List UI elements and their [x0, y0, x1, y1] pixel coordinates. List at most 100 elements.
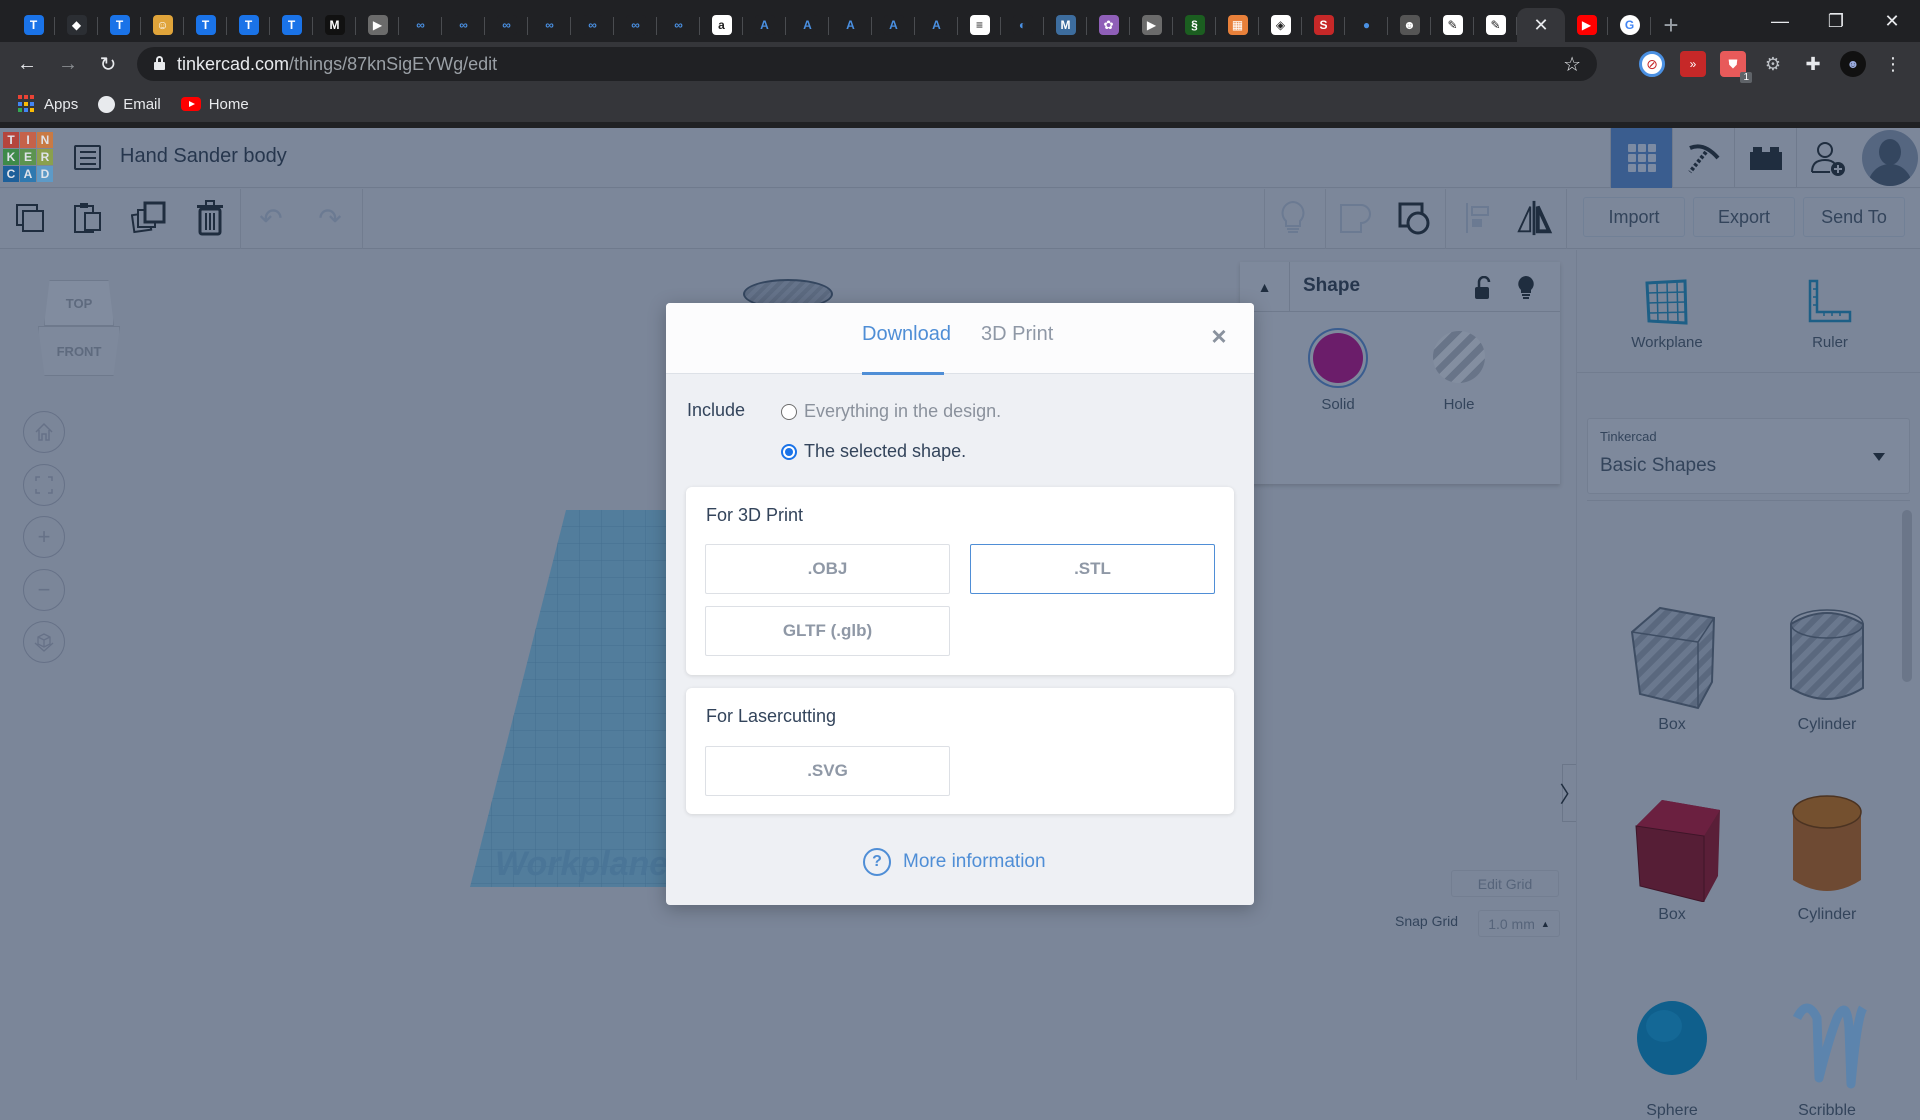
browser-tab[interactable]: S [1302, 8, 1345, 42]
ungroup-button[interactable] [1396, 199, 1434, 237]
close-dialog-button[interactable]: × [1208, 323, 1230, 349]
include-everything-option[interactable]: Everything in the design. [781, 401, 1001, 422]
browser-tab[interactable]: ✿ [1087, 8, 1130, 42]
browser-tab[interactable]: ▶ [356, 8, 399, 42]
url-text[interactable]: tinkercad.com/things/87knSigEYWg/edit [177, 54, 497, 75]
browser-tab[interactable]: ∞ [528, 8, 571, 42]
browser-tab[interactable]: a [700, 8, 743, 42]
library-scrollbar[interactable] [1902, 510, 1912, 682]
perspective-button[interactable] [23, 621, 65, 663]
shape-box-hole[interactable]: Box [1602, 602, 1742, 734]
user-avatar[interactable] [1862, 130, 1918, 186]
browser-tab[interactable]: ≡ [958, 8, 1001, 42]
browser-tab[interactable]: T [12, 8, 55, 42]
import-button[interactable]: Import [1583, 197, 1685, 237]
include-selected-option[interactable]: The selected shape. [781, 441, 966, 462]
browser-tab[interactable]: T [270, 8, 313, 42]
browser-tab[interactable]: ▶ [1565, 8, 1608, 42]
browser-tab[interactable]: T [98, 8, 141, 42]
minimize-button[interactable]: — [1752, 0, 1808, 42]
browser-tab[interactable]: A [915, 8, 958, 42]
browser-tab[interactable]: ∞ [614, 8, 657, 42]
group-button[interactable] [1336, 199, 1374, 237]
unlock-icon[interactable] [1473, 276, 1493, 300]
send-to-button[interactable]: Send To [1803, 197, 1905, 237]
forward-button[interactable]: → [53, 49, 83, 79]
fit-view-button[interactable] [23, 464, 65, 506]
paste-button[interactable] [69, 199, 107, 237]
profile-avatar[interactable]: ☻ [1840, 51, 1866, 77]
browser-tab[interactable]: M [313, 8, 356, 42]
show-all-button[interactable] [1274, 199, 1312, 237]
bookmark-home[interactable]: Home [180, 96, 249, 113]
browser-tab-active[interactable]: ✕ [1517, 8, 1565, 42]
lightbulb-icon[interactable] [1516, 274, 1536, 300]
undo-button[interactable]: ↶ [252, 199, 290, 237]
workplane-tool[interactable]: Workplane [1607, 272, 1727, 351]
new-tab-button[interactable]: + [1651, 8, 1691, 42]
browser-tab[interactable]: T [184, 8, 227, 42]
bookmark-apps[interactable]: Apps [18, 95, 78, 113]
reload-button[interactable]: ↻ [93, 49, 123, 79]
delete-button[interactable] [191, 199, 229, 237]
shape-box[interactable]: Box [1602, 792, 1742, 924]
view-cube-front[interactable]: FRONT [38, 326, 120, 376]
browser-tab[interactable]: T [227, 8, 270, 42]
browser-tab[interactable]: ∞ [442, 8, 485, 42]
browser-tab[interactable]: A [829, 8, 872, 42]
browser-tab[interactable]: ∞ [657, 8, 700, 42]
solid-color-swatch[interactable] [1308, 328, 1368, 388]
stl-format-button[interactable]: .STL [970, 544, 1215, 594]
bookmark-email[interactable]: Email [98, 95, 161, 113]
restore-button[interactable]: ❐ [1808, 0, 1864, 42]
radio-selected-shape[interactable] [781, 443, 797, 460]
browser-tab[interactable]: ☺ [141, 8, 184, 42]
browser-tab[interactable]: A [743, 8, 786, 42]
zoom-in-button[interactable]: + [23, 516, 65, 558]
extensions-puzzle-icon[interactable]: ✚ [1800, 51, 1826, 77]
browser-tab[interactable]: A [786, 8, 829, 42]
bookmark-star-icon[interactable]: ☆ [1563, 52, 1581, 77]
fast-forward-extension-icon[interactable]: » [1680, 51, 1706, 77]
bricks-view-button[interactable] [1734, 128, 1796, 188]
browser-tab[interactable]: G [1608, 8, 1651, 42]
align-button[interactable] [1460, 199, 1498, 237]
browser-tab[interactable]: ▶ [1130, 8, 1173, 42]
redo-button[interactable]: ↷ [311, 199, 349, 237]
mirror-button[interactable] [1515, 199, 1553, 237]
3d-design-view-button[interactable] [1610, 128, 1672, 188]
svg-format-button[interactable]: .SVG [705, 746, 950, 796]
gear-extension-icon[interactable]: ⚙ [1760, 51, 1786, 77]
browser-tab[interactable]: ∞ [485, 8, 528, 42]
view-cube-top[interactable]: TOP [44, 280, 114, 326]
ruler-tool[interactable]: Ruler [1770, 272, 1890, 351]
shape-cylinder-hole[interactable]: Cylinder [1757, 602, 1897, 734]
snap-grid-select[interactable]: 1.0 mm ▲ [1478, 910, 1560, 937]
browser-tab[interactable]: ◐ [1001, 8, 1044, 42]
browser-tab[interactable]: ☻ [1388, 8, 1431, 42]
export-button[interactable]: Export [1693, 197, 1795, 237]
browser-tab[interactable]: ✎ [1431, 8, 1474, 42]
hole-swatch[interactable] [1433, 331, 1485, 383]
design-title[interactable]: Hand Sander body [120, 145, 287, 168]
duplicate-button[interactable] [130, 199, 168, 237]
address-bar[interactable]: tinkercad.com/things/87knSigEYWg/edit ☆ [137, 47, 1597, 81]
browser-tab[interactable]: ▦ [1216, 8, 1259, 42]
browser-tab[interactable]: ● [1345, 8, 1388, 42]
blocks-view-button[interactable] [1672, 128, 1734, 188]
browser-tab[interactable]: ◈ [1259, 8, 1302, 42]
tab-download[interactable]: Download [862, 323, 951, 346]
browser-tab[interactable]: ◆ [55, 8, 98, 42]
browser-tab[interactable]: § [1173, 8, 1216, 42]
close-window-button[interactable]: ✕ [1864, 0, 1920, 42]
kebab-menu-icon[interactable]: ⋮ [1880, 51, 1906, 77]
zoom-out-button[interactable]: − [23, 569, 65, 611]
back-button[interactable]: ← [12, 49, 42, 79]
radio-everything[interactable] [781, 403, 797, 420]
design-list-icon[interactable] [74, 145, 101, 170]
browser-tab[interactable]: ✎ [1474, 8, 1517, 42]
browser-tab[interactable]: M [1044, 8, 1087, 42]
block-extension-icon[interactable]: ⊘ [1639, 51, 1665, 77]
browser-tab[interactable]: ∞ [571, 8, 614, 42]
copy-button[interactable] [11, 199, 49, 237]
